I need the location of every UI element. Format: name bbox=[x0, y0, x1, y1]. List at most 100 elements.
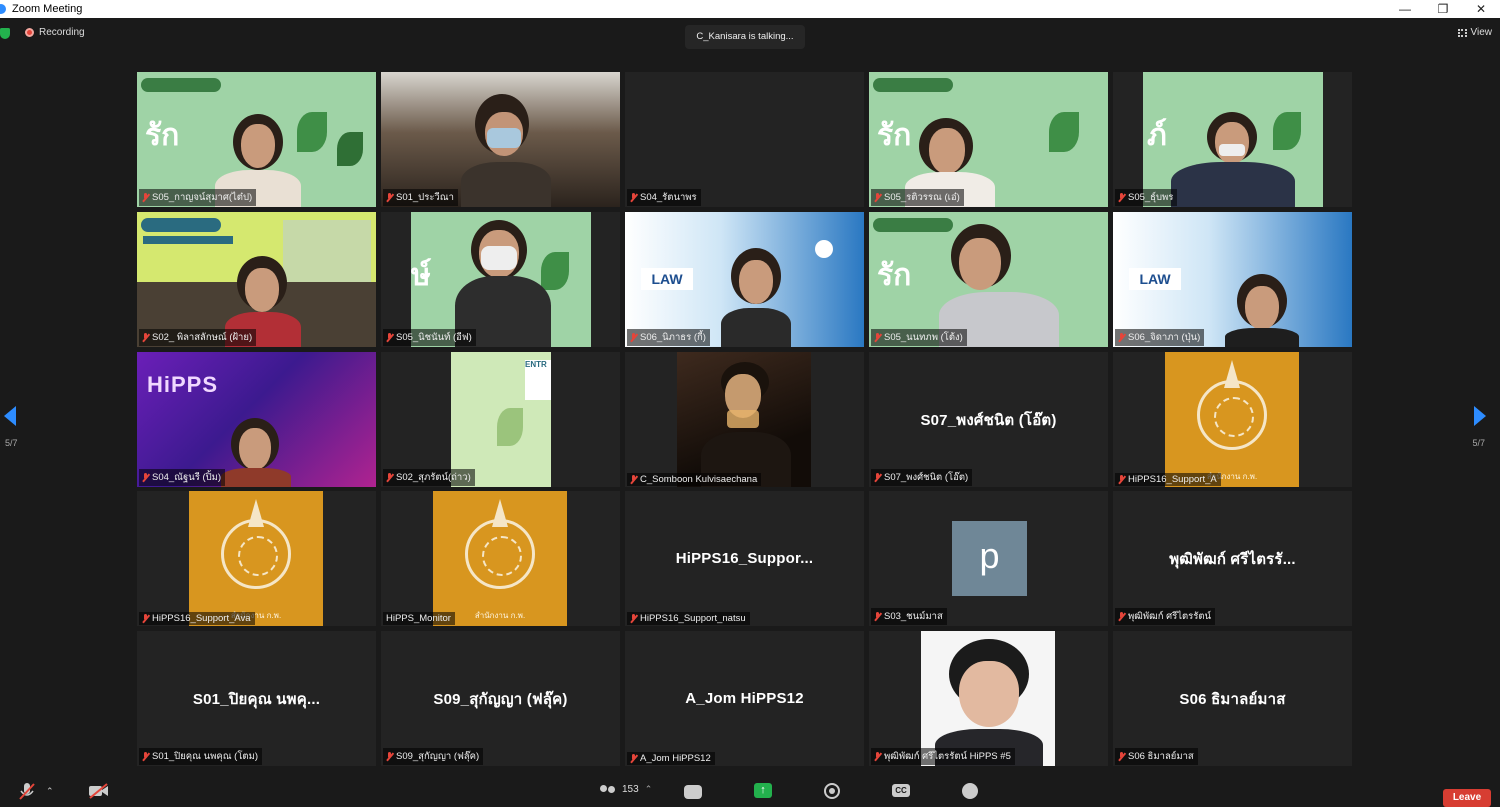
page-indicator-left: 5/7 bbox=[5, 438, 18, 448]
participant-display-name: S09_สุกัญญา (ฟลุ๊ค) bbox=[433, 690, 568, 708]
video-tile[interactable]: S04_รัตนาพร bbox=[625, 72, 864, 207]
recording-indicator[interactable]: Recording bbox=[25, 27, 85, 38]
virtual-background bbox=[137, 212, 376, 347]
grid-view-icon bbox=[1457, 28, 1467, 37]
video-tile[interactable]: HiPPS16_Suppor... HiPPS16_Support_natsu bbox=[625, 491, 864, 626]
security-shield-icon[interactable] bbox=[0, 28, 10, 39]
participant-name-label: S05_กาญจน์สุมาศ(ไต๋ป) bbox=[139, 189, 257, 206]
participant-display-name: S01_ปิยคุณ นพคุ... bbox=[192, 690, 321, 708]
virtual-background: รัก bbox=[869, 212, 1108, 347]
reactions-button[interactable] bbox=[962, 783, 978, 799]
participants-button[interactable]: 153 ⌃ bbox=[600, 784, 652, 795]
muted-mic-icon bbox=[142, 193, 149, 202]
window-title: Zoom Meeting bbox=[12, 3, 83, 15]
active-speaker-banner: C_Kanisara is talking... bbox=[685, 25, 805, 49]
ocsc-emblem-icon: สำนักงาน ก.พ. bbox=[1165, 352, 1299, 487]
meeting-top-bar: Recording C_Kanisara is talking... View bbox=[0, 18, 1500, 54]
virtual-background: ษ์ bbox=[411, 212, 591, 347]
video-tile[interactable]: สำนักงาน ก.พ. HiPPS16_Support_Ava bbox=[137, 491, 376, 626]
video-tile[interactable]: S02_ พิลาสลักษณ์ (ฝ้าย) bbox=[137, 212, 376, 347]
muted-mic-icon bbox=[874, 473, 881, 482]
participant-name-label: S06_นิภาธร (กี้) bbox=[627, 329, 710, 346]
next-page-arrow-icon[interactable] bbox=[1474, 406, 1486, 426]
video-tile[interactable]: S09_สุกัญญา (ฟลุ๊ค) S09_สุกัญญา (ฟลุ๊ค) bbox=[381, 631, 620, 766]
view-button[interactable]: View bbox=[1457, 27, 1493, 38]
participant-name-label: C_Somboon Kulvisaechana bbox=[627, 473, 762, 486]
audio-options-chevron-icon[interactable]: ⌃ bbox=[46, 786, 54, 797]
virtual-background: ENTR bbox=[451, 352, 551, 487]
video-tile[interactable]: p S03_ชนม์มาส bbox=[869, 491, 1108, 626]
video-tile[interactable]: C_Somboon Kulvisaechana bbox=[625, 352, 864, 487]
participant-name-label: S09_สุกัญญา (ฟลุ๊ค) bbox=[383, 748, 484, 765]
video-tile[interactable]: พุฒิพัฒก์ ศรีไตรรั... พุฒิพัฒก์ ศรีไตรรั… bbox=[1113, 491, 1352, 626]
meeting-toolbar: ⌃ 153 ⌃ ↑ CC Leave bbox=[0, 776, 1500, 807]
share-screen-button[interactable]: ↑ bbox=[754, 783, 772, 798]
video-tile[interactable]: HiPPS S04_ณัฐนรี (ปิ้ม) bbox=[137, 352, 376, 487]
participant-name-label: HiPPS16_Support_Ava bbox=[139, 612, 255, 625]
participant-name-label: พุฒิพัฒก์ ศรีไตรรัตน์ HiPPS #5 bbox=[871, 748, 1015, 765]
video-tile[interactable]: LAW S06_นิภาธร (กี้) bbox=[625, 212, 864, 347]
video-tile[interactable]: S07_พงศ์ชนิต (โอ๊ต) S07_พงศ์ชนิต (โอ๊ต) bbox=[869, 352, 1108, 487]
video-tile[interactable]: พุฒิพัฒก์ ศรีไตรรัตน์ HiPPS #5 bbox=[869, 631, 1108, 766]
participant-name-label: S04_รัตนาพร bbox=[627, 189, 701, 206]
participant-name-label: S02_ พิลาสลักษณ์ (ฝ้าย) bbox=[139, 329, 257, 346]
video-tile[interactable]: รัก S05_กาญจน์สุมาศ(ไต๋ป) bbox=[137, 72, 376, 207]
video-tile[interactable]: ษ์ S05_นิชนันท์ (อีฟ) bbox=[381, 212, 620, 347]
participant-name-label: HiPPS_Monitor bbox=[383, 612, 455, 625]
record-button[interactable] bbox=[824, 783, 840, 799]
participant-name-label: S06 ธิมาลย์มาส bbox=[1115, 748, 1198, 765]
participant-name-label: S07_พงศ์ชนิต (โอ๊ต) bbox=[871, 469, 973, 486]
muted-mic-icon bbox=[874, 193, 881, 202]
participant-display-name: S07_พงศ์ชนิต (โอ๊ต) bbox=[920, 411, 1057, 429]
muted-mic-icon bbox=[386, 193, 393, 202]
restore-button[interactable]: ❐ bbox=[1424, 0, 1462, 18]
participant-display-name: พุฒิพัฒก์ ศรีไตรรั... bbox=[1169, 550, 1296, 568]
close-button[interactable]: ✕ bbox=[1462, 0, 1500, 18]
participant-name-label: HiPPS16_Support_A bbox=[1115, 473, 1221, 486]
muted-mic-icon bbox=[874, 752, 881, 761]
participant-name-label: S06_จิดาภา (ปุ่น) bbox=[1115, 329, 1205, 346]
muted-mic-icon bbox=[142, 333, 149, 342]
virtual-background: LAW bbox=[625, 212, 864, 347]
start-video-button[interactable] bbox=[88, 783, 110, 804]
video-tile[interactable]: รัก S05_นนทภพ (โต้ง) bbox=[869, 212, 1108, 347]
virtual-background: LAW bbox=[1113, 212, 1352, 347]
video-tile[interactable]: S01_ปิยคุณ นพคุ... S01_ปิยคุณ นพคุณ (โตม… bbox=[137, 631, 376, 766]
video-tile[interactable]: S01_ประวีณา bbox=[381, 72, 620, 207]
video-tile[interactable]: A_Jom HiPPS12 A_Jom HiPPS12 bbox=[625, 631, 864, 766]
muted-mic-icon bbox=[142, 752, 149, 761]
video-tile[interactable]: สำนักงาน ก.พ. HiPPS_Monitor bbox=[381, 491, 620, 626]
record-icon bbox=[824, 783, 840, 799]
video-tile[interactable]: ENTR S02_สุภรัตน์(ถ่าว) bbox=[381, 352, 620, 487]
participant-name-label: S05_นิชนันท์ (อีฟ) bbox=[383, 329, 476, 346]
video-tile[interactable]: รัก S05_รติวรรณ (เอ๋) bbox=[869, 72, 1108, 207]
muted-mic-icon bbox=[1118, 333, 1125, 342]
participants-count: 153 bbox=[622, 784, 639, 795]
closed-caption-button[interactable]: CC bbox=[892, 784, 910, 797]
minimize-button[interactable]: — bbox=[1386, 0, 1424, 18]
muted-mic-icon bbox=[142, 614, 149, 623]
previous-page-arrow-icon[interactable] bbox=[4, 406, 16, 426]
virtual-background: รัก bbox=[869, 72, 1108, 207]
video-tile[interactable]: LAW S06_จิดาภา (ปุ่น) bbox=[1113, 212, 1352, 347]
virtual-background: HiPPS bbox=[137, 352, 376, 487]
participant-name-label: S05_ธุ์บพร bbox=[1115, 189, 1178, 206]
video-tile[interactable]: ภ์ S05_ธุ์บพร bbox=[1113, 72, 1352, 207]
muted-mic-icon bbox=[874, 612, 881, 621]
view-label: View bbox=[1470, 27, 1493, 38]
muted-mic-icon bbox=[386, 473, 393, 482]
camera-feed bbox=[677, 352, 811, 487]
recording-label: Recording bbox=[39, 27, 85, 38]
video-off-icon bbox=[89, 783, 108, 799]
participant-name-label: พุฒิพัฒก์ ศรีไตรรัตน์ bbox=[1115, 608, 1216, 625]
muted-mic-icon bbox=[1118, 752, 1125, 761]
closed-caption-icon: CC bbox=[892, 784, 910, 797]
muted-mic-icon bbox=[142, 473, 149, 482]
leave-button[interactable]: Leave bbox=[1443, 789, 1491, 807]
video-tile[interactable]: สำนักงาน ก.พ. HiPPS16_Support_A bbox=[1113, 352, 1352, 487]
participant-display-name: HiPPS16_Suppor... bbox=[675, 550, 814, 567]
muted-mic-icon bbox=[630, 333, 637, 342]
unmute-button[interactable] bbox=[18, 782, 36, 807]
chat-button[interactable] bbox=[684, 785, 702, 799]
video-tile[interactable]: S06 ธิมาลย์มาส S06 ธิมาลย์มาส bbox=[1113, 631, 1352, 766]
